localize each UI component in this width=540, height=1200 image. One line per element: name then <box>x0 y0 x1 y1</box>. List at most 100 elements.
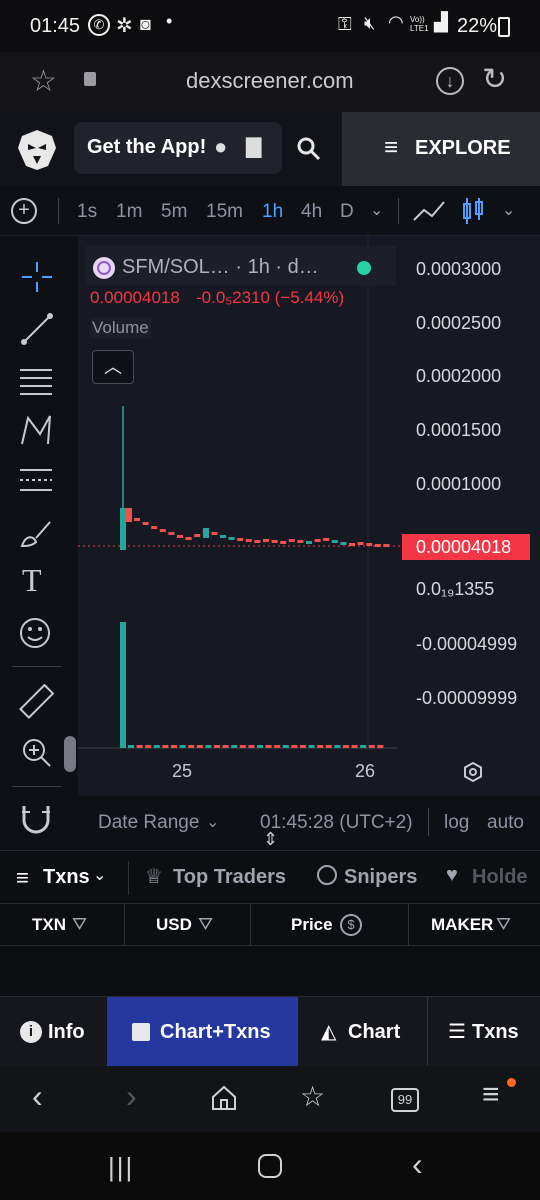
candle-body <box>168 532 175 535</box>
tab-snipers[interactable]: Snipers <box>344 866 417 889</box>
pair-title: SFM/SOL… · 1h · d… <box>122 256 319 278</box>
bookmarks-icon[interactable]: ☆ <box>300 1080 325 1113</box>
collapse-legend-button[interactable]: ︿ <box>92 350 134 384</box>
url-text[interactable]: dexscreener.com <box>186 68 354 94</box>
tab-txns-view[interactable]: ☰ Txns <box>428 997 540 1067</box>
timeframe-1s[interactable]: 1s <box>77 201 97 223</box>
chevron-down-icon[interactable]: ⌄ <box>93 865 106 885</box>
search-icon[interactable] <box>296 136 322 162</box>
volume-bar <box>239 745 246 748</box>
timeframe-d[interactable]: D <box>340 201 354 223</box>
candle-body <box>134 518 140 521</box>
log-toggle[interactable]: log <box>444 812 469 834</box>
timeframe-4h[interactable]: 4h <box>301 201 322 223</box>
wifi-icon: ◠ <box>388 12 404 32</box>
browser-menu-icon[interactable]: ≡ <box>482 1078 500 1112</box>
tab-chart-txns-label: Chart+Txns <box>160 1021 271 1043</box>
recent-apps-icon[interactable]: ||| <box>108 1152 134 1183</box>
fib-retracement-icon[interactable] <box>18 464 54 498</box>
txn-tabs: ≡ Txns ⌄ ♕ Top Traders Snipers ♥ Holde <box>0 850 540 904</box>
divider <box>12 666 62 667</box>
timeframe-15m[interactable]: 15m <box>206 201 243 223</box>
chart-settings-icon[interactable] <box>462 761 484 783</box>
area-chart-icon: ◭ <box>321 1021 337 1043</box>
reload-icon[interactable]: ↻ <box>482 62 507 97</box>
brush-icon[interactable] <box>18 516 54 550</box>
browser-nav-bar: ‹ › ☆ 99 ≡ <box>0 1066 540 1132</box>
text-tool-icon[interactable]: T <box>22 562 42 599</box>
volume-bar <box>377 745 384 748</box>
tab-chart-txns[interactable]: Chart+Txns <box>107 997 298 1067</box>
volume-bar <box>205 745 212 748</box>
filter-icon[interactable]: ⛛ <box>496 914 511 935</box>
explore-button[interactable]: ≡ EXPLORE <box>342 112 540 186</box>
resize-handle-icon[interactable]: ⇕ <box>263 830 278 848</box>
chevron-down-icon[interactable]: ⌄ <box>502 200 515 220</box>
battery-icon <box>498 17 510 37</box>
home-button-icon[interactable] <box>258 1154 282 1178</box>
tab-top-traders[interactable]: Top Traders <box>173 866 286 889</box>
android-icon: ▇ <box>246 136 262 158</box>
add-indicator-icon[interactable]: + <box>11 198 37 224</box>
filter-icon[interactable]: ⛛ <box>72 914 87 935</box>
dexscreener-logo-icon[interactable] <box>16 126 58 172</box>
zoom-in-icon[interactable] <box>20 736 54 770</box>
sidebar-scroll-handle[interactable] <box>64 736 76 772</box>
date-range-button[interactable]: Date Range <box>98 812 199 834</box>
trend-line-icon[interactable] <box>20 312 54 346</box>
dollar-icon[interactable]: $ <box>340 914 362 936</box>
forward-icon[interactable]: › <box>126 1078 137 1115</box>
timeframe-1h[interactable]: 1h <box>262 201 283 223</box>
status-time: 01:45 <box>30 15 81 37</box>
candle-body <box>228 537 235 540</box>
magnet-icon[interactable] <box>20 802 52 836</box>
filter-icon[interactable]: ⛛ <box>198 914 213 935</box>
auto-toggle[interactable]: auto <box>487 812 524 834</box>
fan-icon: ✲ <box>116 15 133 37</box>
crosshair-icon[interactable] <box>20 260 54 294</box>
price-chart[interactable]: SFM/SOL… · 1h · d… 0.00004018 -0.0₅2310 … <box>78 236 540 796</box>
candle-body <box>314 539 321 542</box>
tab-chart[interactable]: ◭ Chart <box>299 997 427 1067</box>
line-chart-icon[interactable] <box>412 198 446 224</box>
bookmark-star-icon[interactable]: ☆ <box>30 64 57 99</box>
volume-bar <box>351 745 358 748</box>
horizontal-lines-icon[interactable] <box>18 364 54 398</box>
tab-info[interactable]: i Info <box>0 997 106 1067</box>
volume-bar <box>308 745 315 748</box>
column-usd: USD <box>156 915 192 934</box>
back-icon[interactable]: ‹ <box>32 1078 43 1115</box>
emoji-icon[interactable] <box>18 616 52 650</box>
tab-txns-label: Txns <box>472 1021 519 1043</box>
candle-body <box>120 508 126 550</box>
battery-percent: 22% <box>457 15 498 37</box>
timeframe-5m[interactable]: 5m <box>161 201 187 223</box>
get-app-button[interactable]: Get the App! ● ▇ <box>74 122 282 174</box>
candle-body <box>271 540 278 543</box>
candle-body <box>306 541 312 544</box>
volume-bar <box>214 745 220 748</box>
volume-bar <box>188 745 195 748</box>
get-app-label: Get the App! <box>87 136 207 158</box>
tab-holders[interactable]: Holde <box>472 866 528 889</box>
candle-body <box>263 539 269 542</box>
y-tick-label: -0.00004999 <box>416 634 518 654</box>
candle-body <box>126 508 132 522</box>
home-icon[interactable] <box>210 1084 238 1112</box>
candle-body <box>323 538 330 541</box>
chevron-down-icon[interactable]: ⌄ <box>370 200 383 220</box>
download-icon[interactable]: ↓ <box>436 67 464 95</box>
pattern-tool-icon[interactable] <box>18 412 54 448</box>
apple-icon: ● <box>214 134 228 159</box>
candle-body <box>254 540 261 543</box>
ruler-icon[interactable] <box>18 684 54 720</box>
tabs-count[interactable]: 99 <box>391 1088 419 1112</box>
discord-icon: ◙ <box>140 14 151 34</box>
divider <box>12 786 62 787</box>
candle-body <box>340 542 347 545</box>
candlestick-icon[interactable] <box>460 196 486 226</box>
timeframe-1m[interactable]: 1m <box>116 201 142 223</box>
volume-bar <box>325 745 332 748</box>
tab-txns[interactable]: Txns <box>43 866 90 889</box>
system-back-icon[interactable]: ‹ <box>412 1146 423 1183</box>
